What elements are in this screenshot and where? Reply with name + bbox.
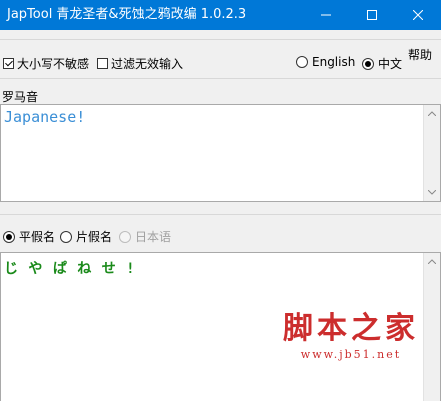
filter-invalid-checkbox[interactable]: 过滤无效输入 xyxy=(97,55,183,72)
filter-invalid-label: 过滤无效输入 xyxy=(111,57,184,71)
kana-text[interactable]: じ や ぱ ね せ ! xyxy=(4,258,136,278)
checkbox-box[interactable] xyxy=(3,58,14,69)
radio-circle xyxy=(119,230,131,243)
divider xyxy=(0,214,441,215)
maximize-icon xyxy=(367,10,377,20)
romaji-scrollbar[interactable] xyxy=(423,105,440,201)
romaji-text[interactable]: Japanese! xyxy=(4,108,85,126)
minimize-icon xyxy=(321,14,331,16)
hiragana-radio[interactable]: 平假名 xyxy=(3,228,55,245)
radio-circle[interactable] xyxy=(60,230,72,243)
help-link[interactable]: 帮助 xyxy=(408,46,432,63)
watermark-logo: 脚本之家 xyxy=(283,311,419,346)
divider xyxy=(0,78,441,79)
katakana-radio[interactable]: 片假名 xyxy=(60,228,112,245)
divider xyxy=(0,39,441,40)
minimize-button[interactable] xyxy=(303,0,349,30)
maximize-button[interactable] xyxy=(349,0,395,30)
watermark: 脚本之家 www.jb51.net xyxy=(271,311,431,362)
close-icon xyxy=(413,10,423,20)
chevron-up-icon xyxy=(428,111,436,116)
scroll-down-button[interactable] xyxy=(424,184,440,201)
chinese-label: 中文 xyxy=(378,57,403,71)
japanese-radio: 日本语 xyxy=(119,228,171,245)
chevron-up-icon xyxy=(428,259,436,264)
chinese-radio[interactable]: 中文 xyxy=(362,55,402,72)
english-label: English xyxy=(312,55,356,69)
radio-circle[interactable] xyxy=(296,56,308,68)
case-insensitive-label: 大小写不敏感 xyxy=(17,57,90,71)
radio-circle[interactable] xyxy=(3,230,15,243)
katakana-label: 片假名 xyxy=(76,230,113,244)
checkbox-box[interactable] xyxy=(97,58,108,69)
case-insensitive-checkbox[interactable]: 大小写不敏感 xyxy=(3,55,89,72)
romaji-input[interactable]: Japanese! xyxy=(0,104,441,202)
watermark-url: www.jb51.net xyxy=(300,348,402,361)
english-radio[interactable]: English xyxy=(296,55,355,69)
radio-circle[interactable] xyxy=(362,57,374,70)
hiragana-label: 平假名 xyxy=(19,230,56,244)
chevron-down-icon xyxy=(428,190,436,195)
title-bar[interactable]: JapTool 青龙圣者&死蚀之鸦改编 1.0.2.3 xyxy=(0,0,441,30)
japanese-label: 日本语 xyxy=(135,230,172,244)
close-button[interactable] xyxy=(395,0,441,30)
window-title: JapTool 青龙圣者&死蚀之鸦改编 1.0.2.3 xyxy=(7,7,247,22)
scroll-up-button[interactable] xyxy=(424,105,440,122)
scroll-up-button[interactable] xyxy=(424,253,440,270)
romaji-label: 罗马音 xyxy=(2,90,39,104)
